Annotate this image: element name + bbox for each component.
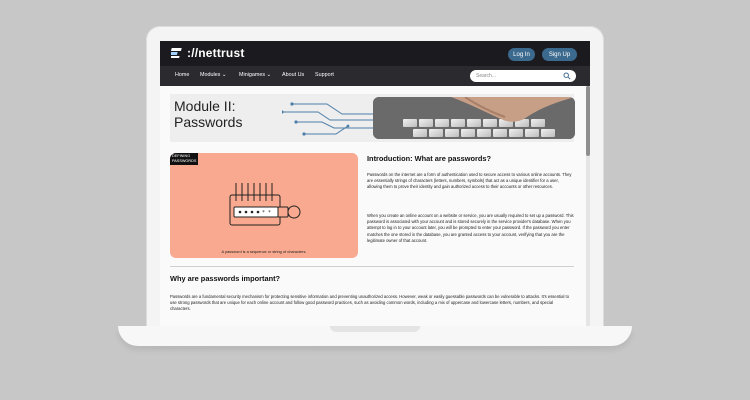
top-header: ://nettrust Log In Sign Up <box>160 41 590 66</box>
banner-title-line1: Module II: <box>174 98 236 114</box>
search-input[interactable]: Search... <box>470 70 576 82</box>
nav-support[interactable]: Support <box>315 72 334 78</box>
scrollbar[interactable] <box>586 86 590 326</box>
nav-home[interactable]: Home <box>175 72 189 78</box>
intro-paragraph-2: When you create an online account on a w… <box>367 213 574 243</box>
laptop-shadow <box>140 346 610 350</box>
nav-minigames[interactable]: Minigames ⌄ <box>239 72 271 78</box>
keyboard-hand-image <box>373 97 575 139</box>
section-divider <box>170 266 574 267</box>
svg-text:* *: * * <box>262 210 271 216</box>
password-illustration-card: DEFINING PASSWORDS * * A password is a s… <box>170 153 358 258</box>
browser-screen: ://nettrust Log In Sign Up Home Modules … <box>160 41 590 326</box>
search-placeholder: Search... <box>476 73 497 79</box>
nav-modules[interactable]: Modules ⌄ <box>200 72 226 78</box>
defining-passwords-tag: DEFINING PASSWORDS <box>170 153 199 165</box>
why-heading: Why are passwords important? <box>170 274 281 283</box>
nav-about[interactable]: About Us <box>282 72 304 78</box>
intro-paragraph-1: Passwords on the internet are a form of … <box>367 172 572 190</box>
scrollbar-thumb[interactable] <box>586 86 590 156</box>
intro-heading: Introduction: What are passwords? <box>367 154 492 163</box>
keyboard-photo <box>373 97 575 139</box>
module-banner: Module II: Passwords <box>170 94 575 142</box>
search-icon[interactable] <box>563 72 571 80</box>
circuit-lines-graphic <box>282 102 377 136</box>
logo-icon <box>171 48 182 58</box>
laptop-notch <box>330 326 420 332</box>
banner-title-line2: Passwords <box>174 114 243 130</box>
signup-button[interactable]: Sign Up <box>542 48 577 61</box>
site-logo[interactable]: ://nettrust <box>171 46 245 60</box>
why-paragraph: Passwords are a fundamental security mec… <box>170 294 570 312</box>
main-nav: Home Modules ⌄ Minigames ⌄ About Us Supp… <box>160 66 590 86</box>
banner-title: Module II: Passwords <box>174 98 242 130</box>
password-lock-illustration: * * <box>229 183 301 226</box>
login-button[interactable]: Log In <box>508 48 535 61</box>
illustration-caption: A password is a sequence or string of ch… <box>221 249 307 254</box>
logo-text: ://nettrust <box>187 46 245 60</box>
tag-line2: PASSWORDS <box>172 159 197 163</box>
